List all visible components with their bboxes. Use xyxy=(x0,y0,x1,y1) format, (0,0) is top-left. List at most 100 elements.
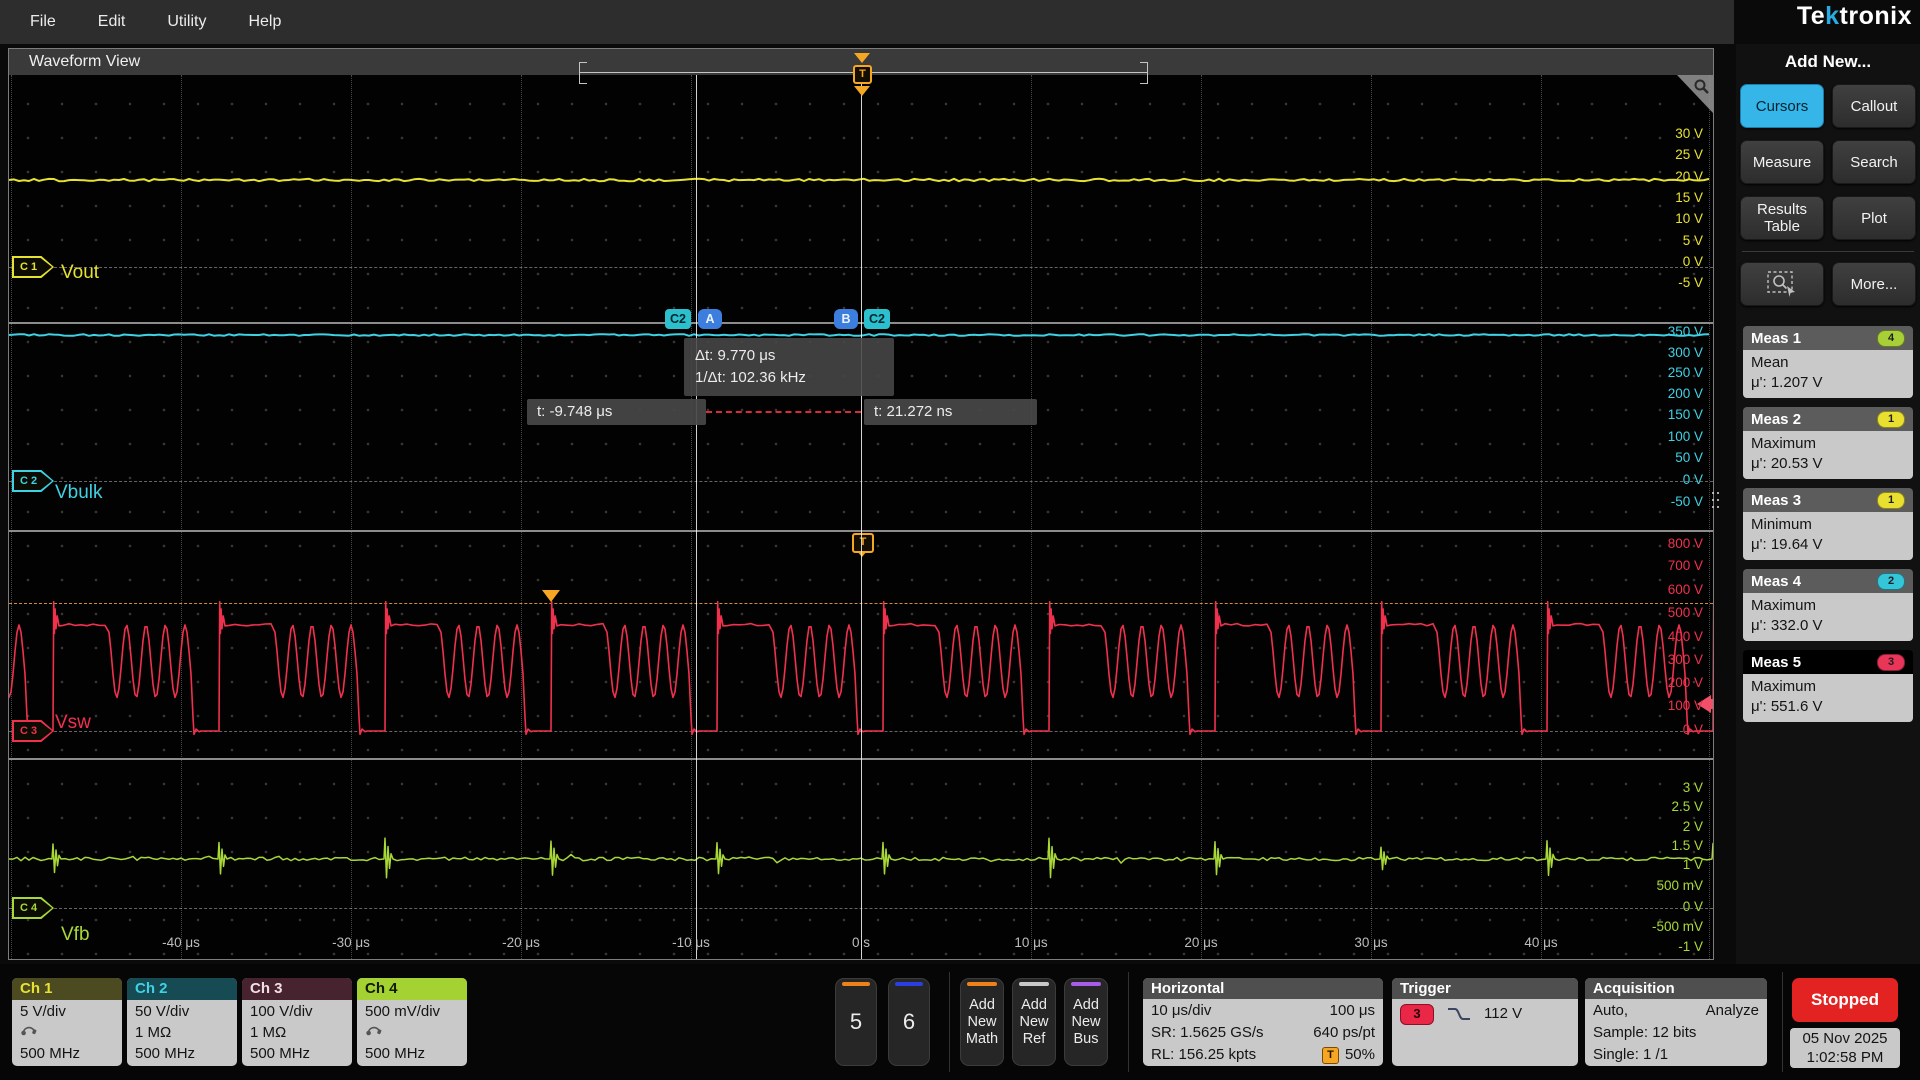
add-new-bus-button[interactable]: AddNewBus xyxy=(1064,978,1108,1066)
time-label: 20 μs xyxy=(1159,935,1243,950)
sidebar-button-results-table[interactable]: Results Table xyxy=(1740,196,1824,240)
meas-card-meas-2[interactable]: Meas 21Maximumμ': 20.53 V xyxy=(1743,407,1913,479)
channel-color-stripe xyxy=(895,982,923,986)
acquisition-panel[interactable]: Acquisition Auto,Analyze Sample: 12 bits… xyxy=(1585,978,1767,1066)
trigger-source-marker: T xyxy=(852,533,874,553)
cursor-a-badge[interactable]: A xyxy=(698,309,722,329)
axis-label: -500 mV xyxy=(1593,919,1703,934)
horizontal-panel[interactable]: Horizontal 10 μs/div 100 μs SR: 1.5625 GS… xyxy=(1143,978,1383,1066)
date-time[interactable]: 05 Nov 2025 1:02:58 PM xyxy=(1790,1028,1900,1068)
logo-k: k xyxy=(1825,2,1839,30)
horizontal-scale: 10 μs/div xyxy=(1151,1000,1211,1022)
acquisition-panel-title: Acquisition xyxy=(1585,978,1767,999)
horizontal-panel-title: Horizontal xyxy=(1143,978,1383,999)
menu-edit[interactable]: Edit xyxy=(98,13,126,31)
axis-label: -5 V xyxy=(1593,275,1703,290)
waveform-view: Waveform View Δt: 9.770 μs 1/Δt: 102.36 … xyxy=(8,48,1714,960)
more-button[interactable]: More... xyxy=(1832,262,1916,306)
meas-type: Maximum xyxy=(1751,434,1905,454)
probe-icon xyxy=(365,1023,383,1037)
channel-button-6[interactable]: 6 xyxy=(888,978,930,1066)
meas-source-badge: 2 xyxy=(1877,573,1905,590)
channel-card-ch-3[interactable]: Ch 3100 V/div1 MΩ500 MHz xyxy=(242,978,352,1066)
date: 05 Nov 2025 xyxy=(1790,1029,1900,1048)
cursor-inverse-delta-t: 1/Δt: 102.36 kHz xyxy=(695,367,883,389)
acquisition-sample: Sample: 12 bits xyxy=(1593,1022,1759,1044)
sidebar-button-search[interactable]: Search xyxy=(1832,140,1916,184)
meas-card-body: Maximumμ': 551.6 V xyxy=(1743,674,1913,722)
meas-value: μ': 1.207 V xyxy=(1751,373,1905,393)
axis-label: 700 V xyxy=(1593,558,1703,573)
cursor-a-line[interactable] xyxy=(696,75,697,959)
menu-utility[interactable]: Utility xyxy=(167,13,206,31)
sidebar-button-callout[interactable]: Callout xyxy=(1832,84,1916,128)
run-stop-status[interactable]: Stopped xyxy=(1792,978,1898,1022)
channel-card-ch-1[interactable]: Ch 15 V/div500 MHz xyxy=(12,978,122,1066)
probe-icon xyxy=(20,1023,38,1037)
graticule[interactable]: Δt: 9.770 μs 1/Δt: 102.36 kHz t: -9.748 … xyxy=(9,75,1713,959)
max-value-marker xyxy=(542,590,560,602)
axis-label: 10 V xyxy=(1593,211,1703,226)
channel-bandwidth: 500 MHz xyxy=(365,1043,467,1064)
time-label: 0 s xyxy=(819,935,903,950)
meas-card-meas-5[interactable]: Meas 53Maximumμ': 551.6 V xyxy=(1743,650,1913,722)
logo-text-2: tronix xyxy=(1840,2,1912,30)
trace-vout xyxy=(9,179,1709,181)
sidebar-divider xyxy=(1742,251,1914,252)
record-length: RL: 156.25 kpts xyxy=(1151,1044,1256,1066)
axis-label: 350 V xyxy=(1593,324,1703,339)
waveform-view-title: Waveform View xyxy=(9,49,1713,76)
time-label: 10 μs xyxy=(989,935,1073,950)
button-color-stripe xyxy=(1019,982,1049,986)
meas-source-badge: 4 xyxy=(1877,330,1905,347)
horizontal-window: 100 μs xyxy=(1330,1000,1375,1022)
axis-label: 150 V xyxy=(1593,407,1703,422)
axis-label: 30 V xyxy=(1593,126,1703,141)
meas-card-meas-3[interactable]: Meas 31Minimumμ': 19.64 V xyxy=(1743,488,1913,560)
sidebar: Add New... CursorsCalloutMeasureSearchRe… xyxy=(1736,44,1920,1080)
separator xyxy=(949,972,950,1072)
channel-button-5[interactable]: 5 xyxy=(835,978,877,1066)
channel-card-ch-4[interactable]: Ch 4500 mV/div500 MHz xyxy=(357,978,467,1066)
sidebar-button-plot[interactable]: Plot xyxy=(1832,196,1916,240)
trigger-panel[interactable]: Trigger 3 112 V xyxy=(1392,978,1578,1066)
sidebar-button-measure[interactable]: Measure xyxy=(1740,140,1824,184)
axis-label: 0 V xyxy=(1593,899,1703,914)
axis-label: 300 V xyxy=(1593,652,1703,667)
axis-label: 200 V xyxy=(1593,386,1703,401)
menu-help[interactable]: Help xyxy=(248,13,281,31)
cursor-b-line[interactable] xyxy=(861,75,862,959)
sidebar-button-cursors[interactable]: Cursors xyxy=(1740,84,1824,128)
channel-card-header: Ch 3 xyxy=(242,978,352,1000)
meas-card-meas-1[interactable]: Meas 14Meanμ': 1.207 V xyxy=(1743,326,1913,398)
time-label: 30 μs xyxy=(1329,935,1413,950)
zoom-select-button[interactable] xyxy=(1740,262,1824,306)
trigger-level: 112 V xyxy=(1484,1003,1522,1025)
channel-card-ch-2[interactable]: Ch 250 V/div1 MΩ500 MHz xyxy=(127,978,237,1066)
cursor-b-badge[interactable]: B xyxy=(834,309,858,329)
axis-label: -50 V xyxy=(1593,494,1703,509)
cursor-b-source-badge[interactable]: C2 xyxy=(864,309,890,329)
trigger-position-icon-small: T xyxy=(1322,1047,1339,1064)
tektronix-logo: Tektronix xyxy=(1797,2,1912,31)
axis-label: 1.5 V xyxy=(1593,838,1703,853)
panel-drag-handle[interactable] xyxy=(1712,492,1722,508)
cursor-a-source-badge[interactable]: C2 xyxy=(665,309,691,329)
meas-card-meas-4[interactable]: Meas 42Maximumμ': 332.0 V xyxy=(1743,569,1913,641)
meas-type: Maximum xyxy=(1751,596,1905,616)
time-label: -10 μs xyxy=(649,935,733,950)
axis-label: 0 V xyxy=(1593,472,1703,487)
add-new-ref-button[interactable]: AddNewRef xyxy=(1012,978,1056,1066)
probe-icon-row xyxy=(20,1022,122,1043)
meas-card-header: Meas 21 xyxy=(1743,407,1913,431)
time: 1:02:58 PM xyxy=(1790,1048,1900,1067)
acquisition-single: Single: 1 /1 xyxy=(1593,1044,1759,1066)
channel-impedance: 1 MΩ xyxy=(250,1022,352,1043)
axis-label: 600 V xyxy=(1593,582,1703,597)
sample-rate: SR: 1.5625 GS/s xyxy=(1151,1022,1264,1044)
menu-file[interactable]: File xyxy=(30,13,56,31)
add-new-math-button[interactable]: AddNewMath xyxy=(960,978,1004,1066)
axis-label: 100 V xyxy=(1593,698,1703,713)
meas-source-badge: 1 xyxy=(1877,411,1905,428)
axis-label: 3 V xyxy=(1593,780,1703,795)
